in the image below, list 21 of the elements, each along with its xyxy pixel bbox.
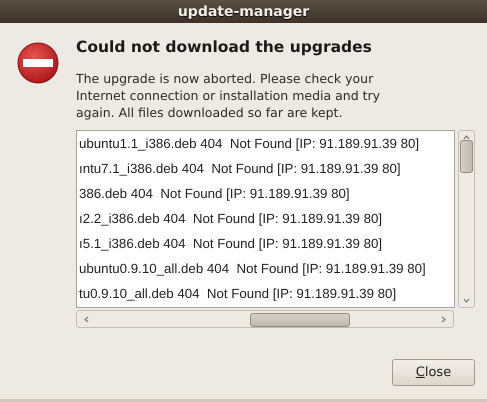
window-title: update-manager [178,4,310,20]
dialog-heading: Could not download the upgrades [76,38,373,56]
log-line: ubuntu1.1_i386.deb 404 Not Found [IP: 91.189.91.39 80] [79,135,420,153]
scroll-up-icon[interactable] [463,134,470,141]
log-line: ı5.1_i386.deb 404 Not Found [IP: 91.189.91.39 80] [79,235,384,253]
log-line: ıntu7.1_i386.deb 404 Not Found [IP: 91.189.91.39 80] [79,160,402,178]
error-icon [17,42,59,84]
vertical-scrollbar[interactable] [458,130,475,308]
close-button[interactable]: Close [392,359,475,386]
scroll-left-icon[interactable] [83,316,90,322]
horizontal-scrollbar[interactable] [76,310,454,328]
log-line: ı2.2_i386.deb 404 Not Found [IP: 91.189.91.39 80] [79,210,384,228]
scroll-right-icon[interactable] [440,316,447,322]
log-line: 386.deb 404 Not Found [IP: 91.189.91.39 80] [79,185,351,203]
scroll-thumb[interactable] [460,140,474,173]
log-line: ubuntu0.9.10_all.deb 404 Not Found [IP: 91.189.91.39 80] [79,260,427,278]
scroll-thumb[interactable] [250,313,350,327]
log-line: tu0.9.10_all.deb 404 Not Found [IP: 91.189.91.39 80] [79,285,398,303]
log-text-box[interactable] [76,130,456,308]
error-message: The upgrade is now aborted. Please check your Internet connection or installation media and try again. All files downloaded so far are kept. [76,70,382,121]
scroll-down-icon[interactable] [463,297,470,304]
